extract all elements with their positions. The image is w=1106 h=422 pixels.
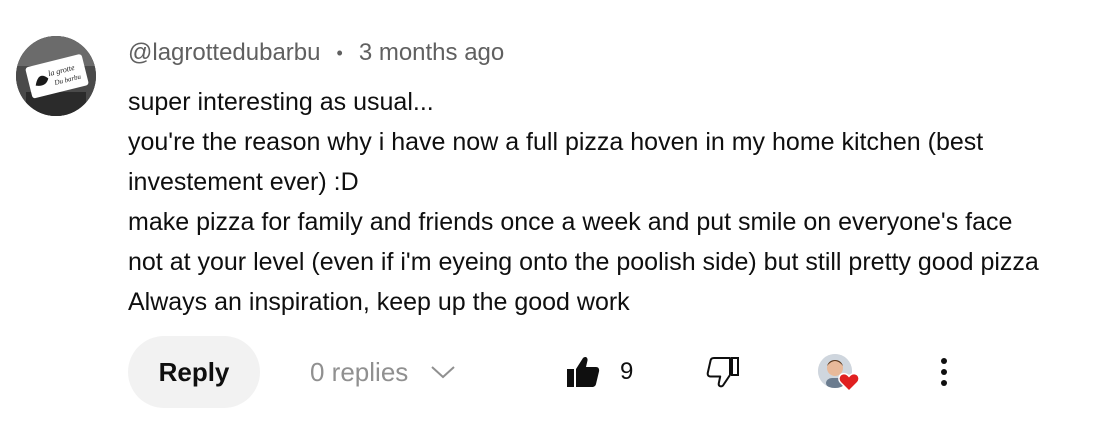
author-avatar[interactable]: la grotte Du barbu xyxy=(16,36,96,116)
more-vert-icon xyxy=(941,358,947,386)
dislike-button[interactable] xyxy=(706,336,740,408)
comment-text: super interesting as usual... you're the… xyxy=(128,82,1088,322)
author-name[interactable]: @lagrottedubarbu xyxy=(128,39,321,67)
thumbs-up-icon xyxy=(567,356,600,387)
more-options-button[interactable] xyxy=(940,336,948,408)
replies-toggle[interactable]: 0 replies xyxy=(310,336,456,408)
comment-line: super interesting as usual... xyxy=(128,88,434,116)
comment-line: you're the reason why i have now a full … xyxy=(128,128,984,156)
comment-header: @lagrottedubarbu • 3 months ago xyxy=(128,36,504,70)
thumbs-down-icon xyxy=(706,357,739,388)
reply-button[interactable]: Reply xyxy=(128,336,260,408)
avatar-image: la grotte Du barbu xyxy=(16,36,96,116)
heart-icon xyxy=(838,372,860,392)
comment-line: make pizza for family and friends once a… xyxy=(128,208,1013,236)
like-count: 9 xyxy=(620,358,634,385)
comment-line: not at your level (even if i'm eyeing on… xyxy=(128,248,1039,276)
comment-timestamp[interactable]: 3 months ago xyxy=(359,39,504,67)
comment-line: investement ever) :D xyxy=(128,168,359,196)
comment-line: Always an inspiration, keep up the good … xyxy=(128,288,630,316)
comment-actions: Reply 0 replies 9 xyxy=(128,336,1088,408)
chevron-down-icon xyxy=(431,366,455,379)
like-button[interactable]: 9 xyxy=(566,336,633,408)
creator-heart[interactable] xyxy=(818,354,864,398)
header-separator: • xyxy=(336,42,343,63)
replies-label: 0 replies xyxy=(310,356,409,387)
